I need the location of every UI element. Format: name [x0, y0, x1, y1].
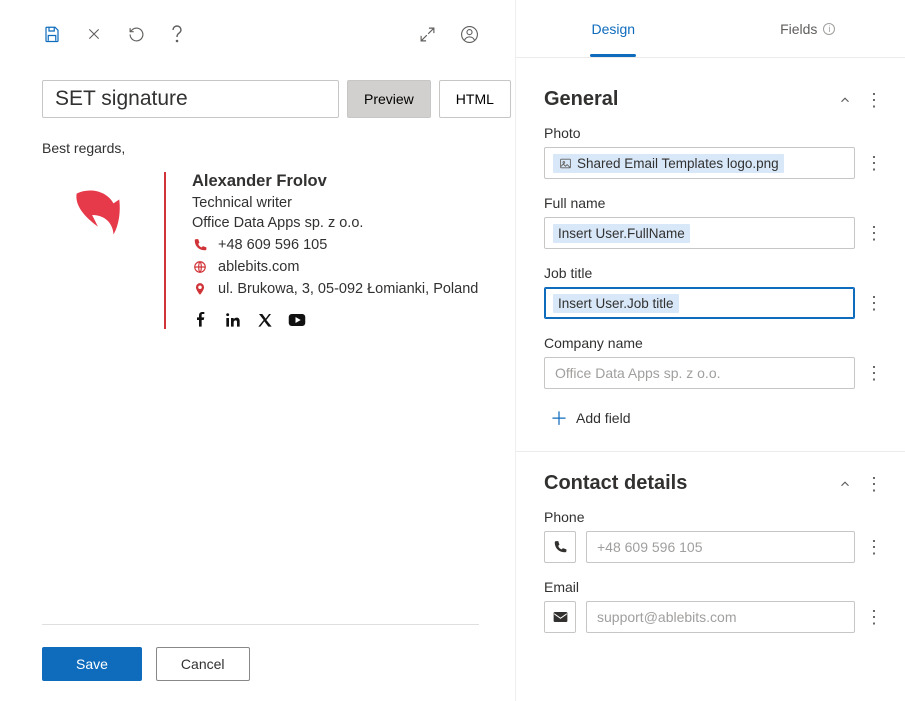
field-company-more-icon[interactable]: ⋮: [865, 364, 881, 382]
field-photo-more-icon[interactable]: ⋮: [865, 154, 881, 172]
field-email-label: Email: [544, 579, 881, 595]
field-email-more-icon[interactable]: ⋮: [865, 608, 881, 626]
x-icon[interactable]: [256, 311, 274, 329]
phone-icon: [192, 237, 208, 253]
social-row: [192, 311, 478, 329]
field-fullname-label: Full name: [544, 195, 881, 211]
globe-icon: [192, 259, 208, 275]
signature-divider: [164, 172, 166, 329]
section-contact-more-icon[interactable]: ⋮: [865, 475, 881, 493]
signature-company: Office Data Apps sp. z o.o.: [192, 215, 478, 231]
phone-input[interactable]: [586, 531, 855, 563]
photo-token[interactable]: Shared Email Templates logo.png: [553, 154, 784, 173]
image-icon: [558, 156, 572, 170]
field-photo-label: Photo: [544, 125, 881, 141]
editor-toolbar: [42, 24, 479, 44]
field-company-label: Company name: [544, 335, 881, 351]
field-jobtitle-more-icon[interactable]: ⋮: [865, 294, 881, 312]
help-icon[interactable]: [168, 24, 188, 44]
person-icon[interactable]: [459, 24, 479, 44]
tab-fields[interactable]: Fields i: [711, 0, 905, 57]
properties-tabs: Design Fields i: [516, 0, 905, 58]
signature-logo: [46, 172, 146, 329]
field-phone: Phone ⋮: [544, 509, 881, 563]
field-photo: Photo Shared Email Templates logo.png ⋮: [544, 125, 881, 179]
close-icon[interactable]: [84, 24, 104, 44]
phone-prefix-icon[interactable]: [544, 531, 576, 563]
field-phone-label: Phone: [544, 509, 881, 525]
panel-body: General ⋮ Photo Shared Email Templates l…: [516, 58, 905, 701]
field-email: Email ⋮: [544, 579, 881, 633]
field-jobtitle: Job title Insert User.Job title ⋮: [544, 265, 881, 319]
signature-website: ablebits.com: [218, 259, 299, 275]
properties-pane: Design Fields i General ⋮ Photo Shared E…: [515, 0, 905, 701]
jobtitle-input[interactable]: Insert User.Job title: [544, 287, 855, 319]
chevron-up-icon[interactable]: [835, 474, 855, 494]
section-general-title: General: [544, 88, 825, 111]
youtube-icon[interactable]: [288, 311, 306, 329]
field-phone-more-icon[interactable]: ⋮: [865, 538, 881, 556]
linkedin-icon[interactable]: [224, 311, 242, 329]
fullname-input[interactable]: Insert User.FullName: [544, 217, 855, 249]
section-contact-title: Contact details: [544, 472, 825, 495]
field-jobtitle-label: Job title: [544, 265, 881, 281]
refresh-icon[interactable]: [126, 24, 146, 44]
signature-name-input[interactable]: [42, 80, 339, 118]
signature-address: ul. Brukowa, 3, 05-092 Łomianki, Poland: [218, 281, 478, 297]
preview-button[interactable]: Preview: [347, 80, 431, 118]
email-prefix-icon[interactable]: [544, 601, 576, 633]
signature-jobtitle: Technical writer: [192, 195, 478, 211]
editor-pane: Preview HTML Best regards, Alexander Fro…: [0, 0, 515, 701]
section-contact-header[interactable]: Contact details ⋮: [544, 472, 881, 495]
section-general-more-icon[interactable]: ⋮: [865, 91, 881, 109]
cancel-button[interactable]: Cancel: [156, 647, 250, 681]
email-input[interactable]: [586, 601, 855, 633]
editor-footer: Save Cancel: [42, 624, 479, 681]
signature-preview: Alexander Frolov Technical writer Office…: [46, 172, 479, 329]
company-input[interactable]: [544, 357, 855, 389]
save-button[interactable]: Save: [42, 647, 142, 681]
signature-body: Alexander Frolov Technical writer Office…: [184, 172, 478, 329]
html-button[interactable]: HTML: [439, 80, 511, 118]
tab-design[interactable]: Design: [516, 0, 711, 57]
chevron-up-icon[interactable]: [835, 90, 855, 110]
location-icon: [192, 281, 208, 297]
photo-input[interactable]: Shared Email Templates logo.png: [544, 147, 855, 179]
info-icon: i: [823, 23, 835, 35]
field-company: Company name ⋮: [544, 335, 881, 389]
signature-phone: +48 609 596 105: [218, 237, 327, 253]
field-fullname: Full name Insert User.FullName ⋮: [544, 195, 881, 249]
add-field-button[interactable]: ＋ Add field: [550, 405, 881, 431]
save-icon[interactable]: [42, 24, 62, 44]
expand-icon[interactable]: [417, 24, 437, 44]
facebook-icon[interactable]: [192, 311, 210, 329]
section-divider: [516, 451, 905, 452]
fullname-token[interactable]: Insert User.FullName: [553, 224, 690, 243]
plus-icon: ＋: [550, 405, 568, 431]
field-fullname-more-icon[interactable]: ⋮: [865, 224, 881, 242]
signature-fullname: Alexander Frolov: [192, 172, 478, 191]
greeting-text: Best regards,: [42, 140, 479, 156]
signature-name-row: Preview HTML: [42, 80, 479, 118]
jobtitle-token[interactable]: Insert User.Job title: [553, 294, 679, 313]
section-general-header[interactable]: General ⋮: [544, 88, 881, 111]
